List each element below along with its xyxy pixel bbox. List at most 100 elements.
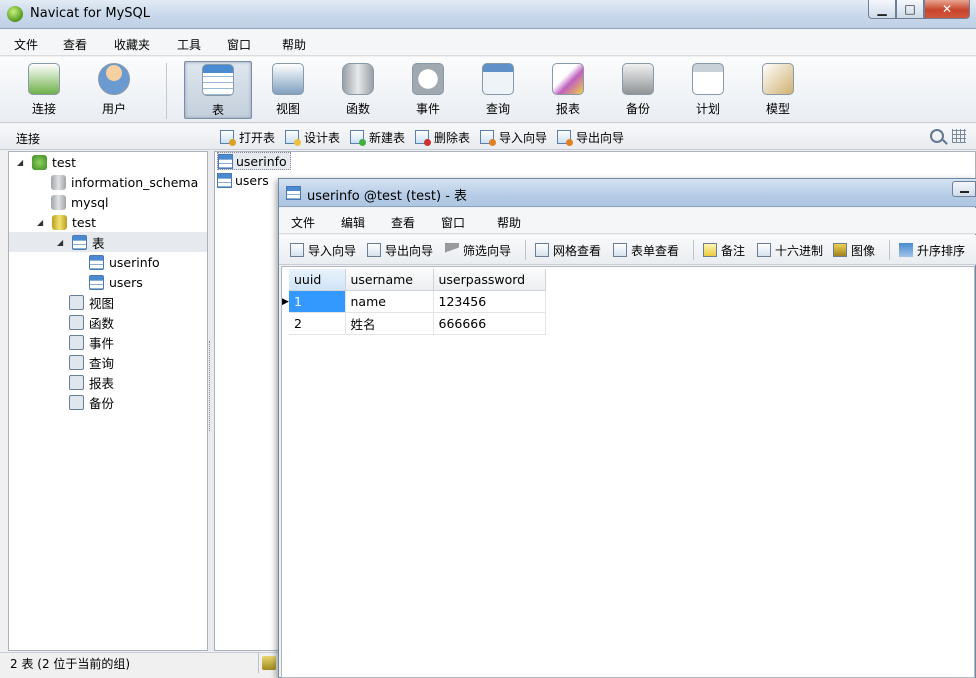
import-icon (290, 243, 304, 257)
tree-functions[interactable]: 函数 (69, 312, 114, 332)
new-table-button[interactable]: 新建表 (350, 129, 405, 146)
tree-reports[interactable]: 报表 (69, 372, 114, 392)
toolbar-query-button[interactable]: 查询 (468, 61, 528, 119)
open-table-button[interactable]: 打开表 (220, 129, 275, 146)
grid-view-button[interactable]: 网格查看 (535, 242, 601, 258)
tree-reports-label: 报表 (89, 375, 115, 391)
menu-favorites[interactable]: 收藏夹 (114, 36, 150, 53)
export-wizard-button[interactable]: 导出向导 (557, 129, 624, 146)
child-import-label: 导入向导 (308, 243, 357, 258)
sort-ascending-button[interactable]: 升序排序 (899, 242, 965, 258)
tree-tables-group[interactable]: ◢ 表 (9, 232, 207, 252)
tree-db-information-schema[interactable]: information_schema (51, 172, 198, 192)
minimize-button[interactable]: ▁ (868, 0, 896, 19)
tree-events[interactable]: 事件 (69, 332, 114, 352)
grid-view-icon[interactable] (952, 129, 966, 143)
child-import-wizard-button[interactable]: 导入向导 (290, 242, 356, 258)
object-item-users[interactable]: users (217, 171, 272, 189)
toolbar-connection-label: 连接 (31, 102, 56, 116)
toolbar-function-button[interactable]: 函数 (328, 61, 388, 119)
filter-wizard-button[interactable]: 筛选向导 (445, 242, 511, 258)
table-row[interactable]: 2 姓名 666666 (289, 312, 546, 335)
grid-cell[interactable]: name (345, 290, 434, 313)
search-icon[interactable] (930, 129, 944, 143)
tree-table-label: userinfo (109, 254, 160, 270)
menu-file[interactable]: 文件 (14, 36, 38, 53)
import-wizard-button[interactable]: 导入向导 (480, 129, 547, 146)
child-menu-help[interactable]: 帮助 (497, 214, 521, 231)
report-icon (552, 63, 584, 95)
toolbar-model-button[interactable]: 模型 (748, 61, 808, 119)
tree-views-label: 视图 (89, 295, 115, 311)
tree-backups[interactable]: 备份 (69, 392, 114, 412)
grid-cell[interactable]: 123456 (433, 290, 546, 313)
menu-tools[interactable]: 工具 (177, 36, 201, 53)
close-button[interactable]: ✕ (924, 0, 970, 19)
tree-queries[interactable]: 查询 (69, 352, 114, 372)
maximize-button[interactable]: □ (896, 0, 924, 19)
object-item-userinfo[interactable]: userinfo (217, 152, 291, 170)
toolbar-user-button[interactable]: 用户 (84, 61, 144, 119)
status-text: 2 表 (2 位于当前的组) (10, 657, 131, 671)
expand-arrow-icon[interactable]: ◢ (37, 218, 47, 227)
expand-arrow-icon[interactable]: ◢ (17, 158, 27, 167)
tree-db-test[interactable]: ◢ test (37, 212, 96, 232)
image-button[interactable]: 图像 (833, 242, 875, 258)
toolbar-backup-button[interactable]: 备份 (608, 61, 668, 119)
sort-ascending-icon (899, 243, 913, 257)
column-header-username[interactable]: username (345, 269, 434, 291)
child-menu-window[interactable]: 窗口 (441, 214, 465, 231)
child-menu-file[interactable]: 文件 (291, 214, 315, 231)
menu-window[interactable]: 窗口 (227, 36, 251, 53)
table-row[interactable]: 1 name 123456 (289, 290, 546, 313)
form-view-button[interactable]: 表单查看 (613, 242, 679, 258)
column-header-userpassword[interactable]: userpassword (433, 269, 546, 291)
design-table-button[interactable]: 设计表 (285, 129, 340, 146)
table-group-icon (72, 234, 87, 250)
toolbar-event-button[interactable]: 事件 (398, 61, 458, 119)
database-icon (51, 194, 66, 210)
grid-cell[interactable]: 2 (289, 312, 346, 335)
toolbar-schedule-button[interactable]: 计划 (678, 61, 738, 119)
column-header-uuid[interactable]: uuid (289, 269, 346, 291)
tree-table-userinfo[interactable]: userinfo (89, 252, 160, 272)
toolbar-table-button[interactable]: 表 (184, 61, 252, 119)
sort-ascending-label: 升序排序 (917, 243, 966, 258)
toolbar-connection-button[interactable]: 连接 (14, 61, 74, 119)
main-titlebar[interactable]: Navicat for MySQL ▁ □ ✕ (0, 0, 976, 29)
image-icon (833, 243, 847, 257)
tree-connection-test[interactable]: ◢ test (17, 152, 76, 172)
memo-button[interactable]: 备注 (703, 242, 745, 258)
grid-cell[interactable]: 1 (289, 290, 346, 313)
tree-events-label: 事件 (89, 335, 115, 351)
expand-arrow-icon[interactable]: ◢ (57, 238, 67, 247)
tree-db-mysql[interactable]: mysql (51, 192, 109, 212)
navicat-logo-icon (7, 6, 23, 22)
child-menu-edit[interactable]: 编辑 (341, 214, 365, 231)
child-toolbar: 导入向导 导出向导 筛选向导 网格查看 表单查看 备注 十六进制 图像 升序排序 (279, 235, 976, 265)
tree-functions-label: 函数 (89, 315, 115, 331)
tree-views[interactable]: 视图 (69, 292, 114, 312)
menu-help[interactable]: 帮助 (282, 36, 306, 53)
table-icon (89, 254, 104, 270)
child-menu-view[interactable]: 查看 (391, 214, 415, 231)
tree-queries-label: 查询 (89, 355, 115, 371)
event-icon (69, 334, 84, 350)
form-icon (613, 243, 627, 257)
delete-table-button[interactable]: 删除表 (415, 129, 470, 146)
tree-db-label: test (72, 214, 97, 230)
grid-cell[interactable]: 666666 (433, 312, 546, 335)
toolbar-report-button[interactable]: 报表 (538, 61, 598, 119)
tree-connection-label: test (52, 154, 77, 170)
tree-table-users[interactable]: users (89, 272, 143, 292)
child-titlebar[interactable]: userinfo @test (test) - 表 (279, 179, 976, 207)
grid-view-label: 网格查看 (553, 243, 602, 258)
child-export-wizard-button[interactable]: 导出向导 (367, 242, 433, 258)
toolbar-view-button[interactable]: 视图 (258, 61, 318, 119)
menu-view[interactable]: 查看 (63, 36, 87, 53)
hex-button[interactable]: 十六进制 (757, 242, 823, 258)
grid-cell[interactable]: 姓名 (345, 312, 434, 335)
delete-table-icon (415, 130, 431, 146)
child-minimize-button[interactable] (952, 181, 976, 197)
memo-label: 备注 (721, 243, 746, 258)
